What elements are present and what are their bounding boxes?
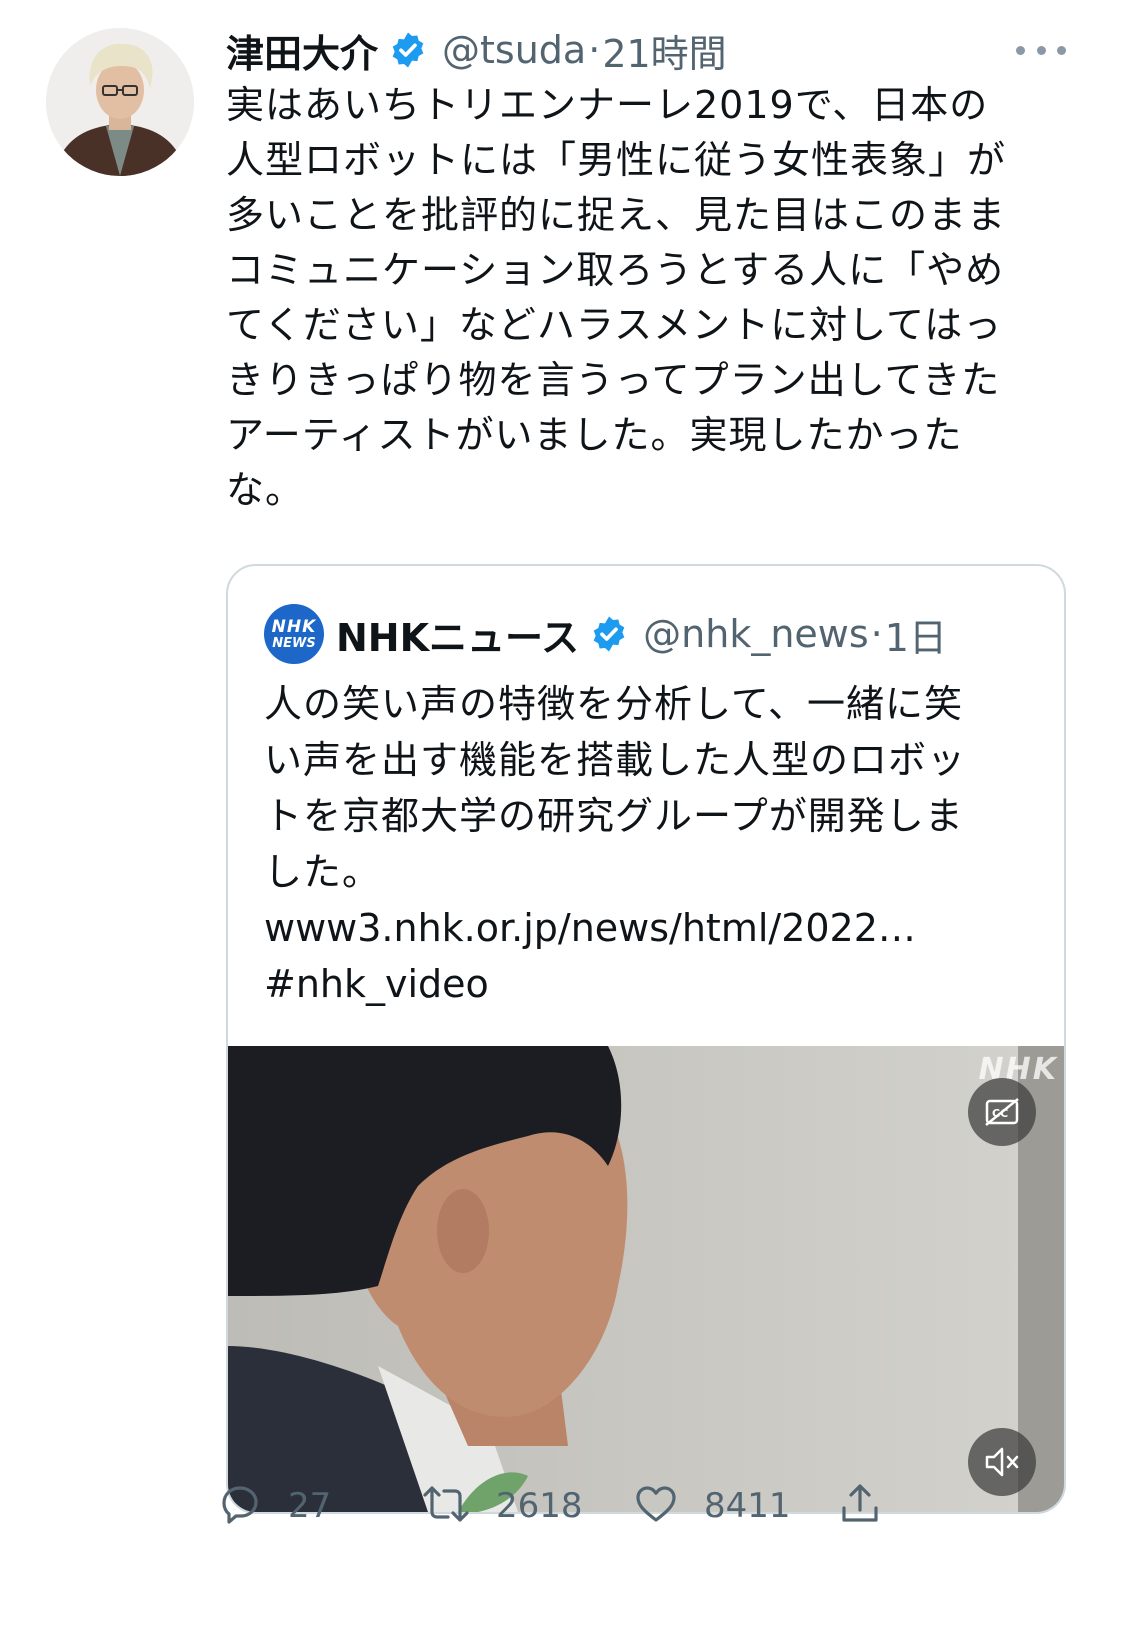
nhk-avatar-line-1: NHK bbox=[271, 616, 317, 637]
heart-icon bbox=[632, 1480, 680, 1532]
retweet-button[interactable]: 2618 bbox=[420, 1476, 583, 1536]
quoted-tweet-text: 人の笑い声の特徴を分析して、一緒に笑 い声を出す機能を搭載した人型のロボッ トを… bbox=[264, 676, 1044, 1012]
retweet-count: 2618 bbox=[496, 1486, 583, 1526]
tweet-header: 津田大介 @tsuda · 21時間 bbox=[226, 20, 1066, 80]
reply-count: 27 bbox=[288, 1486, 332, 1526]
video-player[interactable]: NHK CC bbox=[228, 1046, 1064, 1512]
more-options-icon[interactable] bbox=[1016, 32, 1066, 68]
tweet-text-line: コミュニケーション取ろうとする人に「やめ bbox=[226, 248, 1005, 292]
nhk-news-avatar[interactable]: NHK NEWS bbox=[264, 604, 324, 664]
quoted-display-name[interactable]: NHKニュース bbox=[336, 607, 579, 662]
quoted-tweet-card[interactable]: NHK NEWS NHKニュース @nhk_news · 1日 人の笑い声の特徴… bbox=[226, 564, 1066, 1514]
tweet-text-line: 多いことを批評的に捉え、見た目はこのまま bbox=[226, 193, 1007, 237]
tweet-action-bar: 27 2618 8411 bbox=[216, 1476, 916, 1536]
tweet-text-line: てください」などハラスメントに対してはっ bbox=[226, 303, 1003, 347]
closed-captions-icon[interactable]: CC bbox=[968, 1078, 1036, 1146]
author-avatar-image bbox=[46, 28, 194, 176]
like-count: 8411 bbox=[704, 1486, 791, 1526]
tweet-text-line: きりきっぱり物を言うってプラン出してきた bbox=[226, 358, 1001, 402]
author-handle[interactable]: @tsuda bbox=[442, 28, 586, 72]
author-display-name[interactable]: 津田大介 bbox=[226, 23, 378, 78]
quoted-header-separator: · bbox=[870, 612, 883, 656]
share-button[interactable] bbox=[836, 1476, 884, 1536]
tweet-text: 実はあいちトリエンナーレ2019で、日本の 人型ロボットには「男性に従う女性表象… bbox=[226, 78, 1076, 518]
tweet-text-line: 実はあいちトリエンナーレ2019で、日本の bbox=[226, 83, 989, 127]
retweet-icon bbox=[420, 1480, 472, 1532]
quoted-handle[interactable]: @nhk_news bbox=[643, 612, 869, 656]
quoted-text-line: した。 bbox=[264, 850, 382, 894]
video-frame bbox=[228, 1046, 1064, 1512]
quoted-text-line: トを京都大学の研究グループが開発しま bbox=[264, 794, 964, 838]
share-icon bbox=[836, 1480, 884, 1532]
quoted-hashtag[interactable]: #nhk_video bbox=[264, 956, 1044, 1012]
quoted-timestamp[interactable]: 1日 bbox=[885, 607, 947, 662]
verified-badge-icon bbox=[589, 614, 629, 654]
verified-badge-icon bbox=[388, 30, 428, 70]
tweet-timestamp[interactable]: 21時間 bbox=[602, 23, 726, 78]
tweet-text-line: 人型ロボットには「男性に従う女性表象」が bbox=[226, 138, 1007, 182]
author-avatar[interactable] bbox=[46, 28, 194, 176]
tweet-text-line: な。 bbox=[226, 468, 305, 512]
reply-button[interactable]: 27 bbox=[216, 1476, 331, 1536]
like-button[interactable]: 8411 bbox=[632, 1476, 791, 1536]
quoted-text-line: 人の笑い声の特徴を分析して、一緒に笑 bbox=[264, 682, 963, 726]
quoted-link[interactable]: www3.nhk.or.jp/news/html/2022… bbox=[264, 900, 1044, 956]
quoted-text-line: い声を出す機能を搭載した人型のロボッ bbox=[264, 738, 967, 782]
reply-icon bbox=[216, 1480, 264, 1532]
speaker-muted-icon[interactable] bbox=[968, 1428, 1036, 1496]
tweet: 津田大介 @tsuda · 21時間 実はあいちトリエンナーレ2019で、日本の… bbox=[0, 0, 1125, 1652]
header-separator: · bbox=[588, 28, 601, 72]
quoted-tweet-header: NHK NEWS NHKニュース @nhk_news · 1日 bbox=[264, 602, 1044, 666]
nhk-avatar-line-2: NEWS bbox=[272, 635, 316, 651]
tweet-text-line: アーティストがいました。実現したかった bbox=[226, 413, 963, 457]
